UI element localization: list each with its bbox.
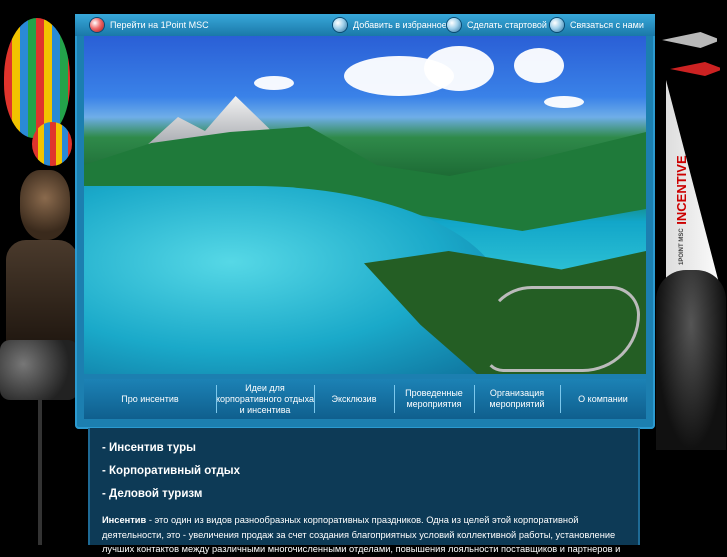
small-balloon-icon bbox=[32, 122, 72, 166]
content-panel: - Инсентив туры - Корпоративный отдых - … bbox=[88, 428, 640, 554]
incentive-tours-link[interactable]: - Инсентив туры bbox=[102, 442, 196, 454]
sail-logo: 1POINT MSC INCENTIVE bbox=[674, 155, 689, 265]
top-bar: Перейти на 1Point MSC Добавить в избранн… bbox=[75, 14, 655, 36]
right-decoration: 1POINT MSC INCENTIVE bbox=[652, 0, 727, 545]
paintball-player-figure bbox=[656, 270, 726, 450]
tripod-icon bbox=[20, 400, 60, 545]
blue-ball-icon bbox=[333, 18, 347, 32]
blue-ball-icon bbox=[447, 18, 461, 32]
blue-ball-icon bbox=[550, 18, 564, 32]
film-camera-icon bbox=[0, 340, 78, 400]
jet-icon bbox=[662, 32, 717, 48]
nav-about-incentive[interactable]: Про инсентив bbox=[84, 379, 216, 419]
goto-1point-link[interactable]: Перейти на 1Point MSC bbox=[90, 14, 209, 36]
left-decoration bbox=[0, 0, 80, 545]
skull-mask-icon bbox=[20, 170, 70, 240]
nav-event-organization[interactable]: Организация мероприятий bbox=[474, 379, 560, 419]
main-nav: Про инсентив Идеи для корпоративного отд… bbox=[84, 379, 646, 419]
corporate-leisure-link[interactable]: - Корпоративный отдых bbox=[102, 465, 240, 477]
nav-about-company[interactable]: О компании bbox=[560, 379, 646, 419]
business-tourism-link[interactable]: - Деловой туризм bbox=[102, 488, 202, 500]
intro-paragraph: Инсентив - это один из видов разнообразн… bbox=[102, 515, 621, 554]
nav-past-events[interactable]: Проведенные мероприятия bbox=[394, 379, 474, 419]
red-ball-icon bbox=[90, 18, 104, 32]
nav-exclusive[interactable]: Эксклюзив bbox=[314, 379, 394, 419]
contact-us-link[interactable]: Связаться с нами bbox=[550, 14, 644, 36]
add-favorites-link[interactable]: Добавить в избранное bbox=[333, 14, 447, 36]
hot-air-balloon-icon bbox=[4, 18, 70, 138]
jet-icon bbox=[670, 62, 720, 76]
set-homepage-link[interactable]: Сделать стартовой bbox=[447, 14, 547, 36]
nav-ideas[interactable]: Идеи для корпоративного отдыха и инсенти… bbox=[216, 379, 314, 419]
hero-photo bbox=[84, 36, 646, 374]
main-frame: Перейти на 1Point MSC Добавить в избранн… bbox=[75, 14, 655, 429]
